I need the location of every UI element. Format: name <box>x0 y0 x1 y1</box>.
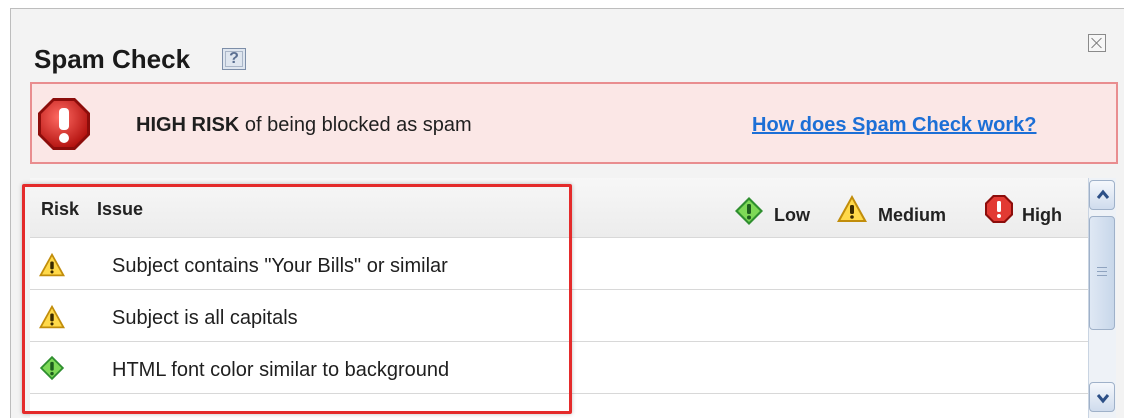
chevron-up-icon <box>1096 189 1110 199</box>
chevron-down-icon <box>1096 394 1110 404</box>
scroll-grip <box>1097 275 1107 276</box>
dialog-title: Spam Check <box>34 44 191 74</box>
legend-medium: Medium <box>878 205 947 225</box>
legend-high: High <box>1022 205 1062 225</box>
stop-warning-icon <box>38 98 90 150</box>
low-risk-icon <box>735 197 763 225</box>
legend-low: Low <box>774 205 810 225</box>
scroll-grip <box>1097 267 1107 268</box>
risk-level: HIGH RISK <box>136 114 240 136</box>
help-icon-label: ? <box>229 50 239 67</box>
scroll-grip <box>1097 271 1107 272</box>
how-spam-check-works-link[interactable]: How does Spam Check work? <box>752 113 1037 137</box>
alert-message-text: of being blocked as spam <box>239 114 472 136</box>
scroll-up-button[interactable] <box>1089 180 1115 210</box>
help-icon[interactable]: ? <box>222 48 246 70</box>
medium-risk-icon <box>837 195 867 222</box>
highlight-annotation <box>22 184 572 414</box>
scroll-down-button[interactable] <box>1089 382 1115 412</box>
close-icon[interactable] <box>1088 34 1106 52</box>
high-risk-icon <box>985 195 1013 223</box>
scroll-thumb[interactable] <box>1089 216 1115 330</box>
alert-message: HIGH RISK of being blocked as spam <box>136 113 472 137</box>
